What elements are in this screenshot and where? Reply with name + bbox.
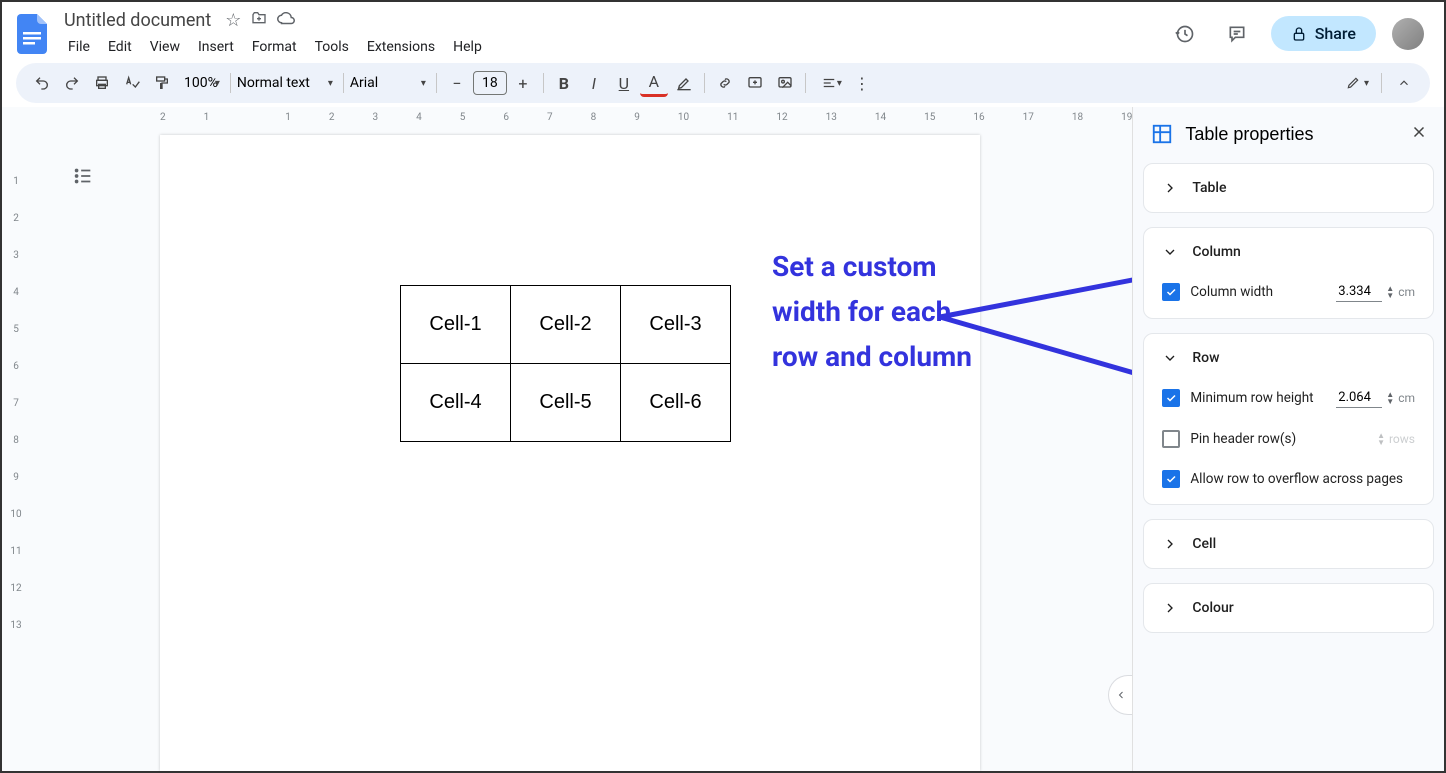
zoom-dropdown[interactable]: 100% xyxy=(178,75,224,91)
cloud-status-icon[interactable] xyxy=(277,10,295,31)
table-row[interactable]: Cell-4 Cell-5 Cell-6 xyxy=(401,364,731,442)
section-cell[interactable]: Cell xyxy=(1144,520,1433,568)
avatar[interactable] xyxy=(1392,18,1424,50)
menu-help[interactable]: Help xyxy=(445,35,490,59)
table-cell[interactable]: Cell-5 xyxy=(511,364,621,442)
table-cell[interactable]: Cell-4 xyxy=(401,364,511,442)
menu-extensions[interactable]: Extensions xyxy=(359,35,443,59)
add-comment-button[interactable] xyxy=(741,69,769,97)
history-icon[interactable] xyxy=(1167,16,1203,52)
column-width-spinner[interactable]: ▲▼ xyxy=(1386,285,1394,299)
italic-button[interactable]: I xyxy=(580,69,608,97)
table-properties-sidebar: Table properties Table Column Column w xyxy=(1132,107,1444,771)
outline-toggle-button[interactable] xyxy=(72,165,94,191)
chevron-down-icon xyxy=(1162,244,1178,260)
paragraph-style-dropdown[interactable]: Normal text xyxy=(237,75,337,91)
section-row[interactable]: Row xyxy=(1144,334,1433,382)
menubar: File Edit View Insert Format Tools Exten… xyxy=(60,35,1157,59)
min-row-height-spinner[interactable]: ▲▼ xyxy=(1386,391,1394,405)
underline-button[interactable]: U xyxy=(610,69,638,97)
decrease-font-button[interactable]: − xyxy=(443,69,471,97)
print-button[interactable] xyxy=(88,69,116,97)
document-title[interactable]: Untitled document xyxy=(60,8,215,33)
pin-header-spinner: ▲▼ xyxy=(1377,432,1385,446)
increase-font-button[interactable]: + xyxy=(509,69,537,97)
unit-label: cm xyxy=(1398,285,1415,299)
document-table[interactable]: Cell-1 Cell-2 Cell-3 Cell-4 Cell-5 Cell-… xyxy=(400,285,731,442)
highlight-button[interactable] xyxy=(670,69,698,97)
paint-format-button[interactable] xyxy=(148,69,176,97)
editing-mode-dropdown[interactable] xyxy=(1333,69,1373,97)
share-button[interactable]: Share xyxy=(1271,16,1376,51)
horizontal-ruler: 2112345678910111213141516171819 xyxy=(30,107,1132,127)
unit-label: cm xyxy=(1398,391,1415,405)
column-width-input[interactable] xyxy=(1336,282,1382,302)
menu-tools[interactable]: Tools xyxy=(307,35,357,59)
table-cell[interactable]: Cell-1 xyxy=(401,286,511,364)
font-size-input[interactable]: 18 xyxy=(473,71,507,95)
move-icon[interactable] xyxy=(251,10,267,31)
menu-edit[interactable]: Edit xyxy=(100,35,140,59)
spellcheck-button[interactable] xyxy=(118,69,146,97)
table-cell[interactable]: Cell-2 xyxy=(511,286,621,364)
insert-link-button[interactable] xyxy=(711,69,739,97)
font-dropdown[interactable]: Arial xyxy=(350,75,430,91)
toolbar: 100% Normal text Arial − 18 + B I U A ⋮ xyxy=(16,63,1430,103)
column-width-label: Column width xyxy=(1190,284,1273,300)
chevron-down-icon xyxy=(1162,350,1178,366)
annotation-text: Set a custom width for each row and colu… xyxy=(772,245,972,379)
menu-view[interactable]: View xyxy=(142,35,188,59)
pin-header-checkbox[interactable] xyxy=(1162,430,1180,448)
section-colour[interactable]: Colour xyxy=(1144,584,1433,632)
min-row-height-checkbox[interactable] xyxy=(1162,389,1180,407)
more-button[interactable]: ⋮ xyxy=(848,69,876,97)
chevron-right-icon xyxy=(1162,600,1178,616)
chevron-right-icon xyxy=(1162,180,1178,196)
bold-button[interactable]: B xyxy=(550,69,578,97)
undo-button[interactable] xyxy=(28,69,56,97)
star-icon[interactable]: ☆ xyxy=(225,10,241,31)
comments-icon[interactable] xyxy=(1219,16,1255,52)
share-label: Share xyxy=(1315,24,1356,43)
menu-file[interactable]: File xyxy=(60,35,98,59)
table-cell[interactable]: Cell-3 xyxy=(621,286,731,364)
table-icon xyxy=(1151,123,1173,145)
overflow-label: Allow row to overflow across pages xyxy=(1190,471,1403,487)
min-row-height-label: Minimum row height xyxy=(1190,390,1313,406)
collapse-toolbar-button[interactable] xyxy=(1390,69,1418,97)
column-width-checkbox[interactable] xyxy=(1162,283,1180,301)
sidebar-title: Table properties xyxy=(1185,124,1398,145)
unit-label: rows xyxy=(1389,432,1415,446)
section-column[interactable]: Column xyxy=(1144,228,1433,276)
min-row-height-input[interactable] xyxy=(1336,388,1382,408)
table-row[interactable]: Cell-1 Cell-2 Cell-3 xyxy=(401,286,731,364)
insert-image-button[interactable] xyxy=(771,69,799,97)
close-sidebar-button[interactable] xyxy=(1410,123,1428,145)
menu-format[interactable]: Format xyxy=(244,35,305,59)
text-color-button[interactable]: A xyxy=(640,69,668,97)
pin-header-label: Pin header row(s) xyxy=(1190,431,1296,447)
chevron-right-icon xyxy=(1162,536,1178,552)
align-dropdown[interactable] xyxy=(812,69,846,97)
vertical-ruler: 12345678910111213 xyxy=(2,107,30,771)
redo-button[interactable] xyxy=(58,69,86,97)
document-page[interactable]: Cell-1 Cell-2 Cell-3 Cell-4 Cell-5 Cell-… xyxy=(160,135,980,771)
lock-icon xyxy=(1291,26,1307,42)
menu-insert[interactable]: Insert xyxy=(190,35,242,59)
docs-logo[interactable] xyxy=(14,16,50,52)
section-table[interactable]: Table xyxy=(1144,164,1433,212)
table-cell[interactable]: Cell-6 xyxy=(621,364,731,442)
overflow-checkbox[interactable] xyxy=(1162,470,1180,488)
